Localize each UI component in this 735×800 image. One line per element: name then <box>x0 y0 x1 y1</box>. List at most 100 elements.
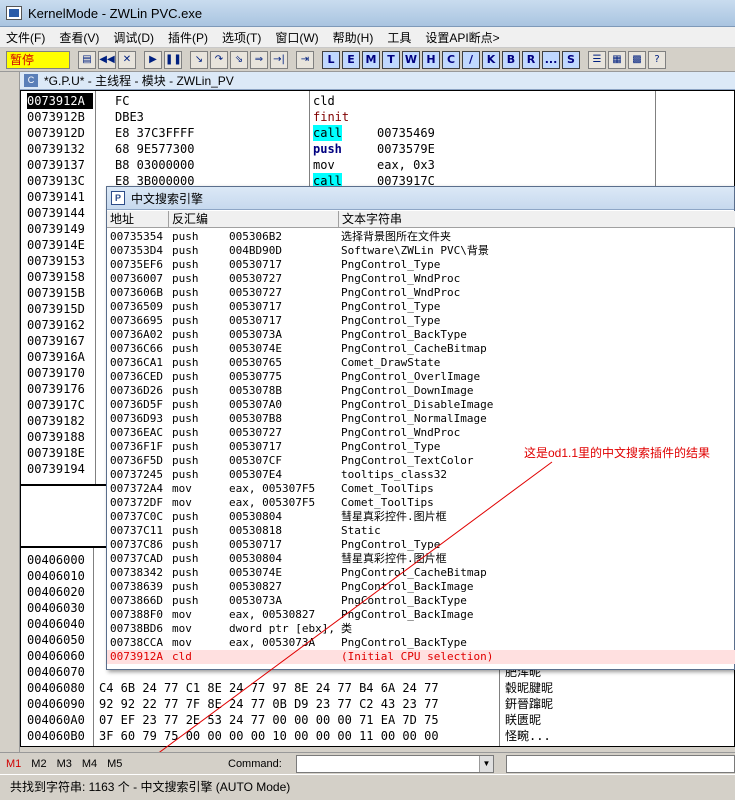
memory-tab-3[interactable]: M3 <box>57 758 72 770</box>
result-mnemonic: push <box>172 398 199 411</box>
memory-tab-4[interactable]: M4 <box>82 758 97 770</box>
command-input[interactable]: ▼ <box>296 755 494 773</box>
toolbar-slash-button[interactable]: / <box>462 50 480 69</box>
menu-help[interactable]: 帮助(H) <box>333 29 374 46</box>
search-result-row[interactable]: 00736007 push 00530727 PngControl_WndProc <box>107 272 735 286</box>
toolbar-m-button[interactable]: M <box>362 50 380 69</box>
toolbar-l-button[interactable]: L <box>322 50 340 69</box>
result-operand: 0053073A <box>229 328 282 341</box>
column-header-address[interactable]: 地址 <box>107 211 169 228</box>
trace-into-icon[interactable]: ⇘ <box>230 50 248 69</box>
restart-icon[interactable]: ◀◀ <box>98 50 116 69</box>
result-mnemonic: mov <box>172 496 192 509</box>
menu-debug[interactable]: 调试(D) <box>113 29 154 46</box>
search-result-row[interactable]: 007372DF mov eax, 005307F5 Comet_ToolTips <box>107 496 735 510</box>
palette-icon[interactable]: ▦ <box>608 50 626 69</box>
trace-over-icon[interactable]: ⇒ <box>250 50 268 69</box>
toolbar-ellipsis-button[interactable]: ... <box>542 50 560 69</box>
disasm-row[interactable]: 00739132 68 9E577300 push 0073579E <box>21 141 734 157</box>
toolbar-c-button[interactable]: C <box>442 50 460 69</box>
run-icon[interactable]: ▶ <box>144 50 162 69</box>
search-result-row[interactable]: 00736CA1 push 00530765 Comet_DrawState <box>107 356 735 370</box>
search-result-row[interactable]: 00738BD6 mov dword ptr [ebx], 类 <box>107 622 735 636</box>
search-result-row[interactable]: 0073912A cld (Initial CPU selection) <box>107 650 735 664</box>
column-header-disassembly[interactable]: 反汇编 <box>169 211 339 228</box>
search-result-row[interactable]: 007388F0 mov eax, 00530827 PngControl_BackI… <box>107 608 735 622</box>
result-operand: eax, 00530827 <box>229 608 316 621</box>
menu-tools[interactable]: 工具 <box>387 29 411 46</box>
search-result-row[interactable]: 0073866D push 0053073A PngControl_BackType <box>107 594 735 608</box>
chevron-down-icon[interactable]: ▼ <box>479 756 493 772</box>
menu-plugins[interactable]: 插件(P) <box>168 29 208 46</box>
search-result-row[interactable]: 00737C86 push 00530717 PngControl_Type <box>107 538 735 552</box>
search-result-row[interactable]: 00736D93 push 005307B8 PngControl_NormalIma… <box>107 412 735 426</box>
disasm-hex: 68 9E577300 <box>115 142 195 156</box>
dump-row[interactable]: 00406080 C4 6B 24 77 C1 8E 24 77 97 8E 24… <box>21 680 734 696</box>
pause-icon[interactable]: ❚❚ <box>164 50 182 69</box>
search-result-row[interactable]: 00735354 push 005306B2 选择背景图所在文件夹 <box>107 230 735 244</box>
toolbar-w-button[interactable]: W <box>402 50 420 69</box>
disasm-row[interactable]: 00739137 B8 03000000 mov eax, 0x3 <box>21 157 734 173</box>
disasm-row[interactable]: 0073912A FC cld <box>21 93 734 109</box>
toolbar-t-button[interactable]: T <box>382 50 400 69</box>
memory-tab-1[interactable]: M1 <box>6 758 21 770</box>
dump-row[interactable]: 004060B0 3F 60 79 75 00 00 00 00 10 00 00… <box>21 728 734 744</box>
close-icon[interactable]: ✕ <box>118 50 136 69</box>
disasm-row[interactable]: 0073912B DBE3 finit <box>21 109 734 125</box>
list-icon[interactable]: ☰ <box>588 50 606 69</box>
result-operand: 00530717 <box>229 258 282 271</box>
goto-icon[interactable]: ⇥ <box>296 50 314 69</box>
memory-tab-2[interactable]: M2 <box>31 758 46 770</box>
search-result-row[interactable]: 00737C11 push 00530818 Static <box>107 524 735 538</box>
search-result-row[interactable]: 00736A02 push 0053073A PngControl_BackType <box>107 328 735 342</box>
disasm-address: 00739182 <box>27 414 85 428</box>
column-header-text[interactable]: 文本字符串 <box>339 211 735 228</box>
result-operand: 00530717 <box>229 300 282 313</box>
search-result-row[interactable]: 007353D4 push 004BD90D Software\ZWLin PVC\背… <box>107 244 735 258</box>
search-result-row[interactable]: 0073606B push 00530727 PngControl_WndProc <box>107 286 735 300</box>
menu-api-breakpoint[interactable]: 设置API断点> <box>425 29 499 46</box>
memory-tab-5[interactable]: M5 <box>107 758 122 770</box>
disasm-address: 00739149 <box>27 222 85 236</box>
dump-row[interactable]: 004060A0 07 EF 23 77 2E 53 24 77 00 00 00… <box>21 712 734 728</box>
result-address: 00738639 <box>110 580 163 593</box>
search-result-row[interactable]: 00736D26 push 0053078B PngControl_DownImage <box>107 384 735 398</box>
help-icon[interactable]: ? <box>648 50 666 69</box>
menu-window[interactable]: 窗口(W) <box>275 29 318 46</box>
toolbar-s-button[interactable]: S <box>562 50 580 69</box>
toolbar-b-button[interactable]: B <box>502 50 520 69</box>
execute-till-return-icon[interactable]: →| <box>270 50 288 69</box>
search-result-row[interactable]: 007372A4 mov eax, 005307F5 Comet_ToolTips <box>107 482 735 496</box>
toolbar-h-button[interactable]: H <box>422 50 440 69</box>
search-result-row[interactable]: 00737245 push 005307E4 tooltips_class32 <box>107 468 735 482</box>
search-result-row[interactable]: 00736EAC push 00530727 PngControl_WndProc <box>107 426 735 440</box>
search-result-row[interactable]: 00736CED push 00530775 PngControl_OverlImag… <box>107 370 735 384</box>
disasm-row[interactable]: 0073912D E8 37C3FFFF call 00735469 <box>21 125 734 141</box>
search-result-row[interactable]: 00738639 push 00530827 PngControl_BackImage <box>107 580 735 594</box>
search-result-row[interactable]: 00737C0C push 00530804 彗星真彩控件.图片框 <box>107 510 735 524</box>
search-result-row[interactable]: 00736C66 push 0053074E PngControl_CacheBitm… <box>107 342 735 356</box>
dump-row[interactable]: 00406090 92 92 22 77 7F 8E 24 77 0B D9 23… <box>21 696 734 712</box>
menu-view[interactable]: 查看(V) <box>59 29 99 46</box>
result-operand: 00530727 <box>229 272 282 285</box>
search-result-row[interactable]: 00736695 push 00530717 PngControl_Type <box>107 314 735 328</box>
step-over-icon[interactable]: ↷ <box>210 50 228 69</box>
menu-options[interactable]: 选项(T) <box>222 29 261 46</box>
search-result-row[interactable]: 00736509 push 00530717 PngControl_Type <box>107 300 735 314</box>
search-result-row[interactable]: 00738CCA mov eax, 0053073A PngControl_BackT… <box>107 636 735 650</box>
toolbar-e-button[interactable]: E <box>342 50 360 69</box>
toolbar-r-button[interactable]: R <box>522 50 540 69</box>
search-result-row[interactable]: 00735EF6 push 00530717 PngControl_Type <box>107 258 735 272</box>
result-mnemonic: mov <box>172 608 192 621</box>
plugin-icon: P <box>111 191 125 205</box>
toolbar-k-button[interactable]: K <box>482 50 500 69</box>
step-into-icon[interactable]: ↘ <box>190 50 208 69</box>
result-operand: 005307A0 <box>229 398 282 411</box>
grid-icon[interactable]: ▩ <box>628 50 646 69</box>
search-result-row[interactable]: 00736D5F push 005307A0 PngControl_DisableIm… <box>107 398 735 412</box>
menu-file[interactable]: 文件(F) <box>6 29 45 46</box>
search-result-row[interactable]: 00738342 push 0053074E PngControl_CacheBitm… <box>107 566 735 580</box>
status-bar: 共找到字符串: 1163 个 - 中文搜索引擎 (AUTO Mode) <box>0 774 735 800</box>
open-file-icon[interactable]: ▤ <box>78 50 96 69</box>
search-result-row[interactable]: 00737CAD push 00530804 彗星真彩控件.图片框 <box>107 552 735 566</box>
